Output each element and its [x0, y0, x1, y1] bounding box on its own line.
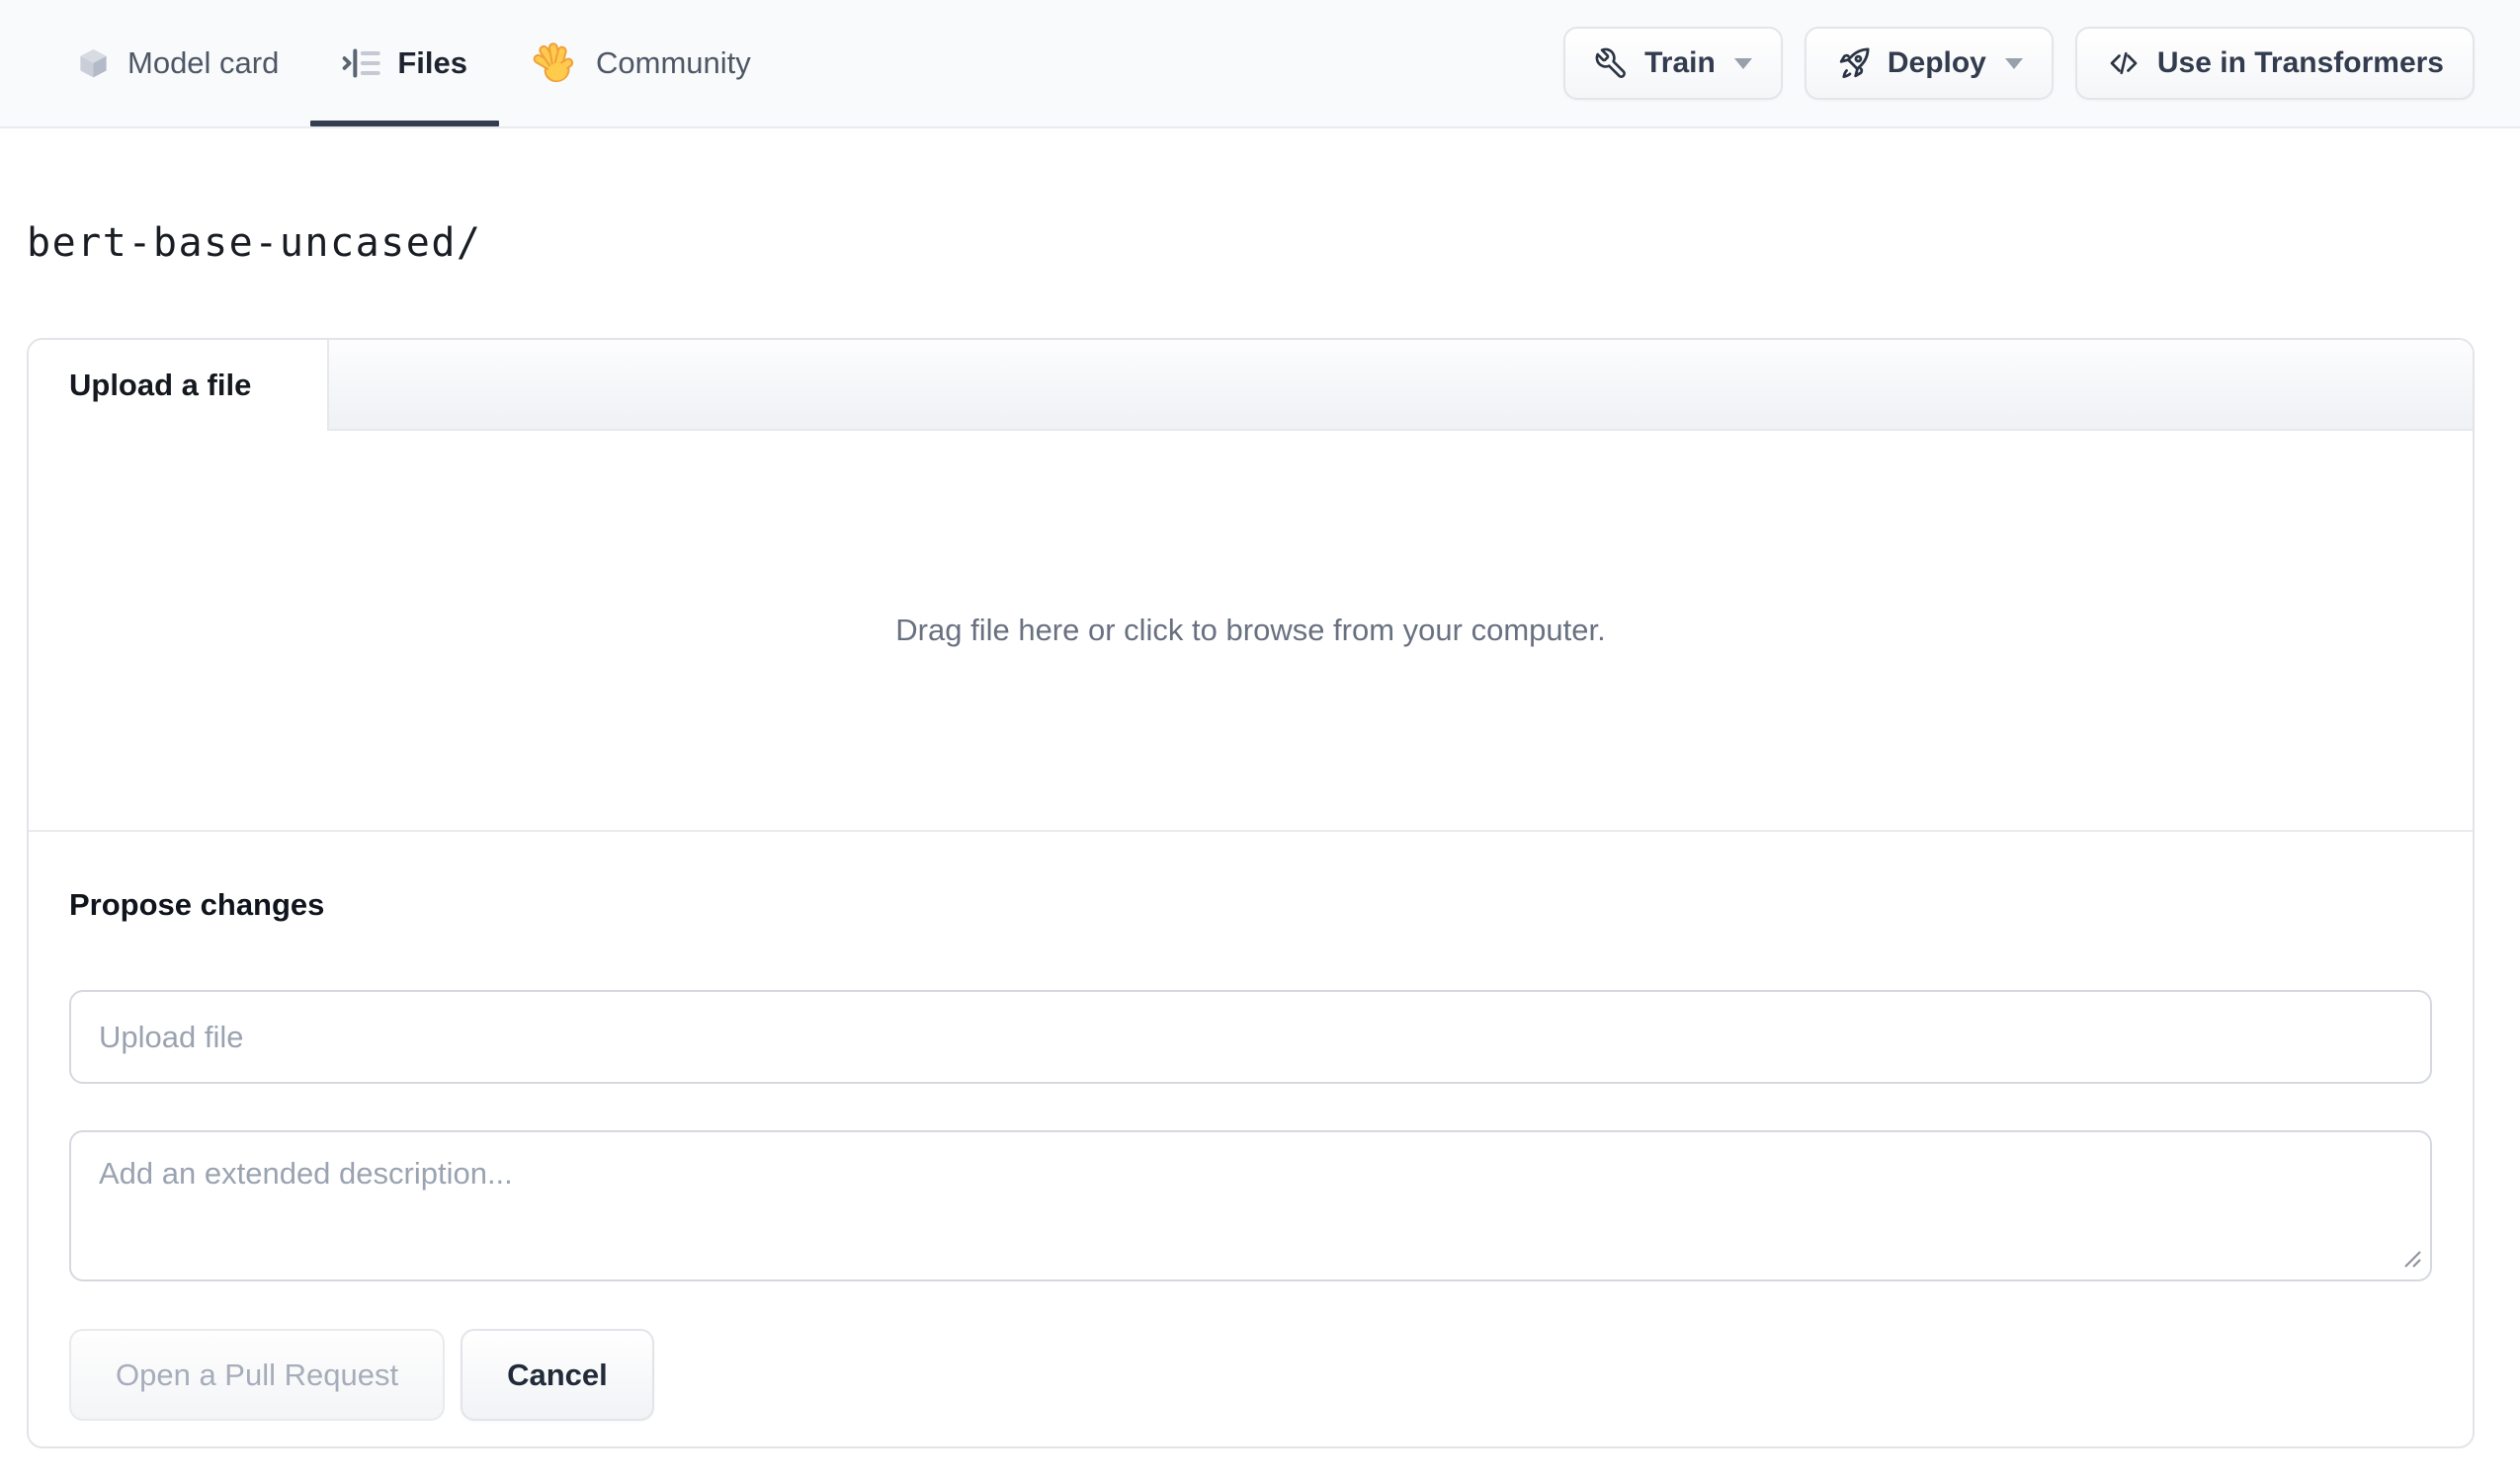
- deploy-button-label: Deploy: [1887, 46, 1986, 79]
- use-in-transformers-button[interactable]: Use in Transformers: [2074, 27, 2475, 100]
- open-pull-request-button[interactable]: Open a Pull Request: [69, 1329, 446, 1421]
- nav-tab-model-card[interactable]: Model card: [43, 0, 310, 126]
- waving-hand-icon: [533, 42, 574, 83]
- propose-changes-heading: Propose changes: [69, 887, 325, 922]
- description-field-wrapper: [69, 1130, 2432, 1281]
- upload-file-tab[interactable]: Upload a file: [29, 340, 329, 431]
- nav-tab-files[interactable]: Files: [310, 0, 500, 126]
- file-dropzone[interactable]: Drag file here or click to browse from y…: [29, 431, 2473, 830]
- train-button[interactable]: Train: [1563, 27, 1783, 100]
- use-in-transformers-label: Use in Transformers: [2156, 46, 2444, 79]
- primary-nav: Model card Files Community Train Deploy …: [0, 0, 2520, 128]
- code-icon: [2110, 51, 2138, 75]
- repo-actions: Train Deploy Use in Transformers: [1563, 0, 2475, 126]
- train-button-label: Train: [1644, 46, 1716, 79]
- tabstrip-filler: [329, 340, 2473, 431]
- upload-card-tabstrip: Upload a file: [29, 340, 2473, 431]
- propose-changes-section: Propose changes Open a Pull Request Canc…: [29, 830, 2473, 1446]
- cancel-button[interactable]: Cancel: [461, 1329, 654, 1421]
- nav-tab-label: Files: [397, 45, 468, 80]
- chevron-down-icon: [2004, 57, 2023, 69]
- resize-handle-icon[interactable]: [2399, 1246, 2423, 1270]
- deploy-button[interactable]: Deploy: [1804, 27, 2054, 100]
- files-list-icon: [343, 48, 381, 78]
- repo-tabs: Model card Files Community: [43, 0, 783, 126]
- propose-actions-row: Open a Pull Request Cancel: [69, 1329, 2432, 1421]
- cube-icon: [80, 48, 107, 77]
- upload-card: Upload a file Drag file here or click to…: [27, 338, 2475, 1448]
- chevron-down-icon: [1733, 57, 1752, 69]
- nav-tab-community[interactable]: Community: [499, 0, 783, 126]
- main-content: bert-base-uncased/ Upload a file Drag fi…: [27, 128, 2475, 1448]
- nav-tab-label: Model card: [127, 45, 280, 80]
- upload-filename-input[interactable]: [69, 990, 2432, 1084]
- active-tab-indicator: [310, 121, 500, 126]
- rocket-icon: [1839, 46, 1870, 78]
- wrench-icon: [1595, 47, 1627, 78]
- repo-path-breadcrumb[interactable]: bert-base-uncased/: [27, 220, 481, 267]
- nav-tab-label: Community: [596, 45, 751, 80]
- description-textarea[interactable]: [69, 1130, 2432, 1281]
- dropzone-hint-text: Drag file here or click to browse from y…: [895, 613, 1606, 647]
